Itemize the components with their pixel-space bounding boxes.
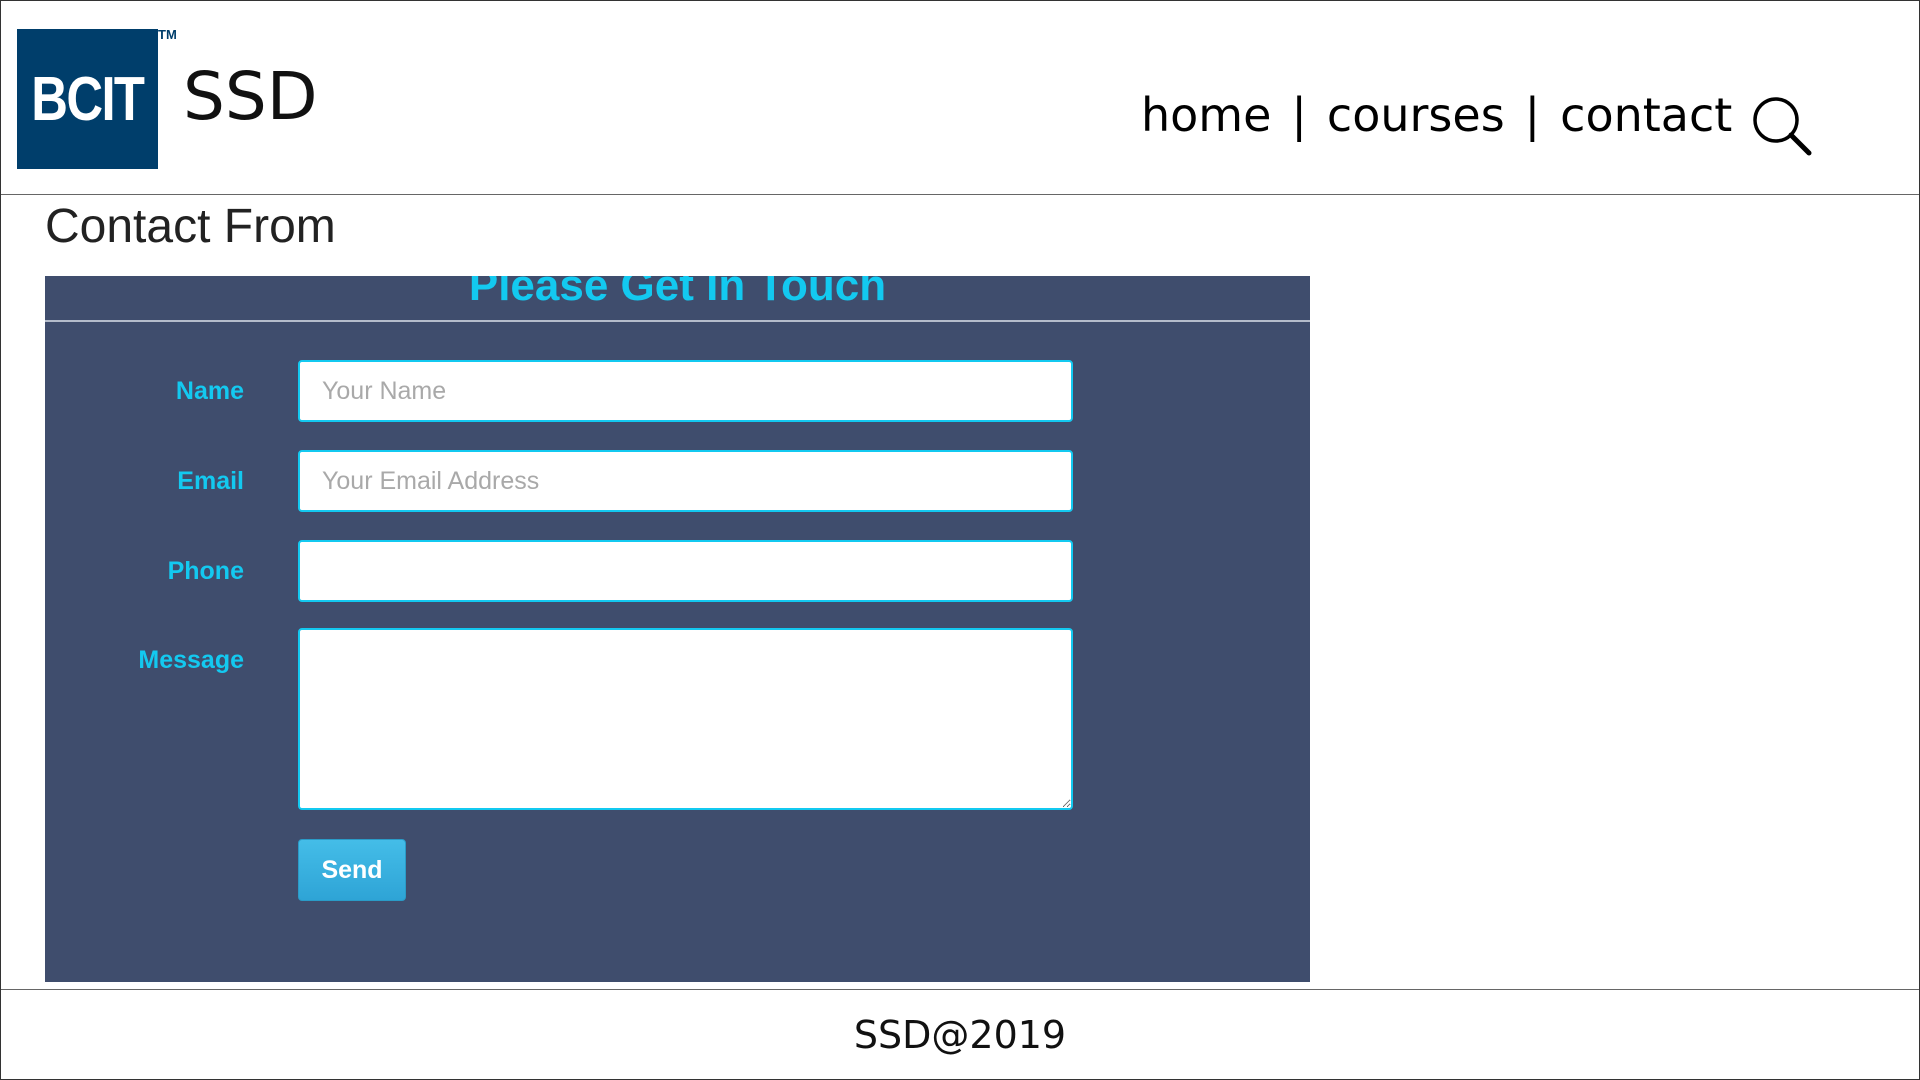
logo-text: BCIT <box>31 64 145 134</box>
main-nav: home | courses | contact <box>1141 85 1732 145</box>
nav-separator: | <box>1291 88 1307 142</box>
search-icon[interactable] <box>1751 95 1813 157</box>
logo-trademark: TM <box>158 27 177 42</box>
name-input[interactable] <box>298 360 1073 422</box>
contact-form: Please Get In Touch Name Email Phone Mes… <box>45 276 1310 982</box>
nav-link-contact[interactable]: contact <box>1560 88 1732 142</box>
phone-input[interactable] <box>298 540 1073 602</box>
nav-link-courses[interactable]: courses <box>1327 88 1505 142</box>
email-label: Email <box>177 467 244 495</box>
phone-label: Phone <box>167 557 244 585</box>
name-label: Name <box>175 377 244 405</box>
site-header: BCIT TM SSD home | courses | contact <box>1 1 1919 195</box>
message-label: Message <box>138 646 244 674</box>
nav-separator: | <box>1524 88 1541 142</box>
form-heading: Please Get In Touch <box>468 276 887 310</box>
nav-link-home[interactable]: home <box>1141 88 1271 142</box>
message-textarea[interactable] <box>298 628 1073 810</box>
page-title: Contact From <box>45 200 336 253</box>
site-footer: SSD@2019 <box>1 989 1919 1080</box>
email-input[interactable] <box>298 450 1073 512</box>
page: BCIT TM SSD home | courses | contact Contact… <box>0 0 1920 1080</box>
bcit-logo[interactable]: BCIT <box>17 29 158 169</box>
send-button[interactable]: Send <box>298 839 406 901</box>
site-title: SSD <box>183 58 318 135</box>
footer-copyright: SSD@2019 <box>853 1013 1067 1057</box>
form-divider <box>45 320 1310 322</box>
